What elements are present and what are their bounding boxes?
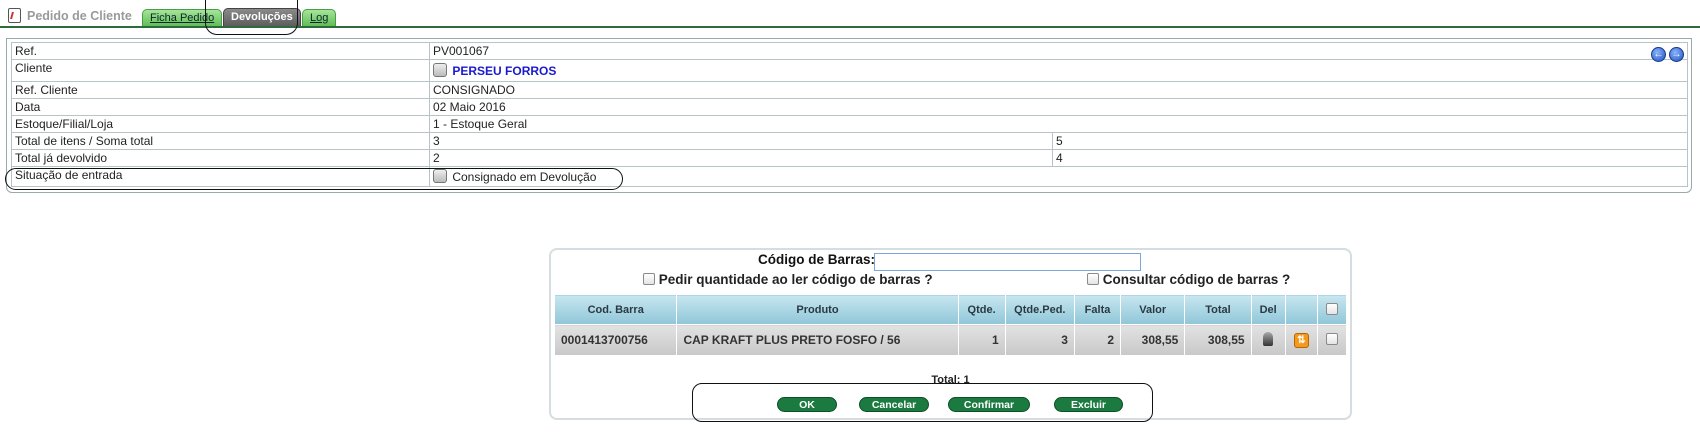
info-value: 3 xyxy=(429,132,1053,150)
info-label: Data xyxy=(11,98,430,116)
tab-log[interactable]: Log xyxy=(302,9,337,26)
col-header-action xyxy=(1284,294,1318,325)
items-header-row: Cod. Barra Produto Qtde. Qtde.Ped. Falta… xyxy=(553,294,1348,325)
status-value: Consignado em Devolução xyxy=(452,170,597,184)
arrow-right-circle-icon[interactable]: → xyxy=(1669,47,1684,62)
total-count: Total: 1 xyxy=(931,374,970,386)
client-link[interactable]: PERSEU FORROS xyxy=(452,64,556,78)
order-info-panel: Ref. PV001067 ← → Cliente PERSEU FORROS … xyxy=(6,38,1692,193)
info-value: CONSIGNADO xyxy=(429,81,1688,99)
col-header-value: Valor xyxy=(1120,294,1186,325)
order-info-table: Ref. PV001067 ← → Cliente PERSEU FORROS … xyxy=(11,42,1688,187)
delete-button[interactable]: Excluir xyxy=(1054,397,1123,412)
col-header-missing: Falta xyxy=(1073,294,1122,325)
option-ask-quantity[interactable]: Pedir quantidade ao ler código de barras… xyxy=(643,272,933,287)
tab-label: Devoluções xyxy=(231,11,293,23)
info-label: Total de itens / Soma total xyxy=(11,132,430,150)
cell-select xyxy=(1316,324,1348,356)
col-header-select xyxy=(1316,294,1348,325)
barcode-label: Código de Barras: xyxy=(758,252,876,267)
info-value: Consignado em Devolução xyxy=(429,166,1688,187)
info-row-total-devolvido: Total já devolvido 2 4 xyxy=(11,149,1688,167)
info-value: PV001067 ← → xyxy=(429,42,1688,62)
ok-button[interactable]: OK xyxy=(777,397,837,412)
cell-total: 308,55 xyxy=(1184,324,1252,356)
orange-action-icon[interactable]: ⇅ xyxy=(1293,333,1309,348)
info-row-total-itens: Total de itens / Soma total 3 5 xyxy=(11,132,1688,150)
cell-barcode: 0001413700756 xyxy=(553,324,678,356)
col-header-qty-ordered: Qtde.Ped. xyxy=(1004,294,1075,325)
col-header-qty: Qtde. xyxy=(957,294,1006,325)
col-header-barcode: Cod. Barra xyxy=(553,294,678,325)
order-ref-value: PV001067 xyxy=(433,44,490,58)
status-icon xyxy=(433,169,447,183)
info-value: PERSEU FORROS xyxy=(429,59,1688,82)
col-header-total: Total xyxy=(1184,294,1252,325)
tab-ficha-pedido[interactable]: Ficha Pedido xyxy=(142,9,223,26)
info-label: Total já devolvido xyxy=(11,149,430,167)
row-select-checkbox[interactable] xyxy=(1325,333,1338,345)
document-icon xyxy=(8,8,21,23)
info-row-ref: Ref. PV001067 ← → xyxy=(11,42,1688,62)
info-label: Cliente xyxy=(11,59,430,82)
info-label: Estoque/Filial/Loja xyxy=(11,115,430,133)
info-value-2: 5 xyxy=(1052,132,1688,150)
select-all-checkbox[interactable] xyxy=(1325,302,1338,315)
col-header-del: Del xyxy=(1250,294,1286,325)
option-consult-barcode[interactable]: Consultar código de barras ? xyxy=(1087,272,1290,287)
tab-devolucoes[interactable]: Devoluções xyxy=(223,8,301,26)
col-header-product: Produto xyxy=(676,294,959,325)
consult-barcode-label: Consultar código de barras ? xyxy=(1102,272,1291,287)
cell-value: 308,55 xyxy=(1120,324,1186,356)
info-label: Ref. Cliente xyxy=(11,81,430,99)
tab-label: Log xyxy=(310,12,329,24)
trash-icon[interactable] xyxy=(1263,331,1274,346)
barcode-input[interactable] xyxy=(874,253,1141,271)
info-row-data: Data 02 Maio 2016 xyxy=(11,98,1688,116)
ask-quantity-checkbox[interactable] xyxy=(643,273,655,285)
info-row-cliente: Cliente PERSEU FORROS xyxy=(11,59,1688,82)
arrow-left-circle-icon[interactable]: ← xyxy=(1651,47,1666,62)
devolution-panel: Código de Barras: Pedir quantidade ao le… xyxy=(549,248,1352,420)
cell-del xyxy=(1250,324,1286,356)
info-value: 2 xyxy=(429,149,1053,167)
cell-qty: 1 xyxy=(957,324,1006,356)
info-label: Situação de entrada xyxy=(11,166,430,187)
cell-missing: 2 xyxy=(1073,324,1122,356)
client-card-icon xyxy=(433,63,447,77)
cancel-button[interactable]: Cancelar xyxy=(859,397,929,412)
info-row-situacao: Situação de entrada Consignado em Devolu… xyxy=(11,166,1688,187)
info-row-estoque: Estoque/Filial/Loja 1 - Estoque Geral xyxy=(11,115,1688,133)
ask-quantity-label: Pedir quantidade ao ler código de barras… xyxy=(658,272,933,287)
tab-bar: Pedido de Cliente Ficha Pedido Devoluçõe… xyxy=(0,0,1700,28)
confirm-button[interactable]: Confirmar xyxy=(948,397,1030,412)
info-row-ref-cliente: Ref. Cliente CONSIGNADO xyxy=(11,81,1688,99)
info-value: 1 - Estoque Geral xyxy=(429,115,1688,133)
page-title: Pedido de Cliente xyxy=(27,8,132,23)
info-value: 02 Maio 2016 xyxy=(429,98,1688,116)
cell-qty-ordered: 3 xyxy=(1004,324,1075,356)
tab-label: Ficha Pedido xyxy=(150,12,215,24)
page-header: Pedido de Cliente xyxy=(8,8,132,23)
info-label: Ref. xyxy=(11,42,430,60)
table-row: 0001413700756 CAP KRAFT PLUS PRETO FOSFO… xyxy=(553,324,1348,356)
cell-product: CAP KRAFT PLUS PRETO FOSFO / 56 xyxy=(676,324,959,356)
items-table: Cod. Barra Produto Qtde. Qtde.Ped. Falta… xyxy=(553,294,1348,356)
consult-barcode-checkbox[interactable] xyxy=(1087,273,1099,285)
info-value-2: 4 xyxy=(1052,149,1688,167)
cell-action: ⇅ xyxy=(1284,324,1318,356)
